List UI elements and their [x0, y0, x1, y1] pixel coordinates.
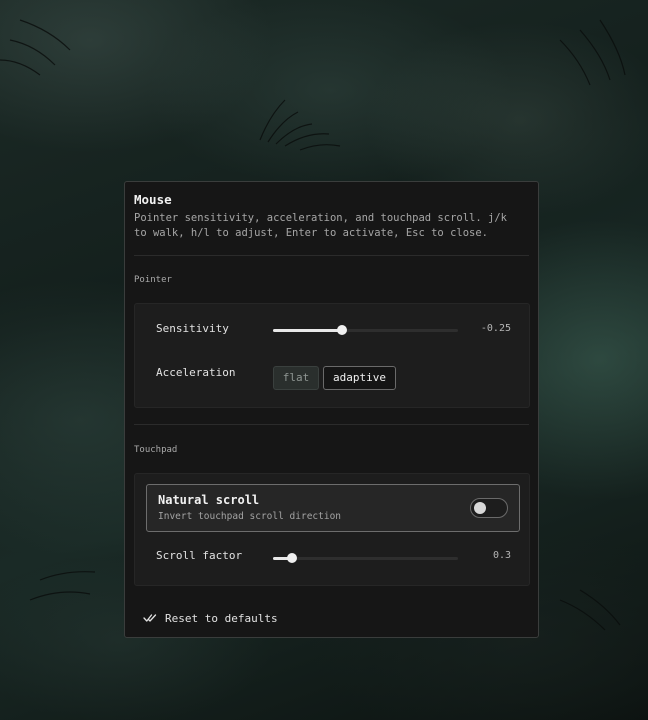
- dialog-title: Mouse: [134, 192, 172, 207]
- scroll-factor-label: Scroll factor: [156, 549, 243, 562]
- slider-thumb[interactable]: [286, 553, 297, 563]
- toggle-knob: [474, 502, 486, 514]
- divider: [134, 255, 529, 256]
- acceleration-option-adaptive[interactable]: adaptive: [323, 366, 396, 390]
- acceleration-label: Acceleration: [156, 366, 236, 379]
- section-label-touchpad: Touchpad: [134, 445, 178, 455]
- dialog-subtitle: Pointer sensitivity, acceleration, and t…: [134, 212, 507, 239]
- sensitivity-slider[interactable]: [273, 324, 458, 336]
- divider: [134, 424, 529, 425]
- natural-scroll-row[interactable]: Natural scroll Invert touchpad scroll di…: [146, 484, 520, 532]
- acceleration-option-flat[interactable]: flat: [273, 366, 319, 390]
- section-label-pointer: Pointer: [134, 275, 172, 285]
- slider-fill: [273, 329, 343, 332]
- scroll-factor-slider[interactable]: [273, 552, 458, 564]
- slider-thumb[interactable]: [337, 325, 348, 335]
- sensitivity-label: Sensitivity: [156, 322, 229, 335]
- touchpad-group: Natural scroll Invert touchpad scroll di…: [134, 473, 530, 586]
- slider-track: [273, 557, 458, 560]
- natural-scroll-title: Natural scroll: [158, 493, 260, 507]
- double-check-icon: [143, 614, 157, 622]
- reset-label: Reset to defaults: [165, 611, 278, 625]
- pointer-group: Sensitivity -0.25 Acceleration flat adap…: [134, 303, 530, 408]
- scroll-factor-value: 0.3: [492, 550, 511, 561]
- natural-scroll-description: Invert touchpad scroll direction: [158, 511, 342, 522]
- sensitivity-value: -0.25: [480, 323, 511, 334]
- natural-scroll-toggle[interactable]: [470, 498, 508, 518]
- reset-to-defaults-button[interactable]: Reset to defaults: [143, 610, 278, 626]
- mouse-settings-dialog: Mouse Pointer sensitivity, acceleration,…: [124, 181, 539, 638]
